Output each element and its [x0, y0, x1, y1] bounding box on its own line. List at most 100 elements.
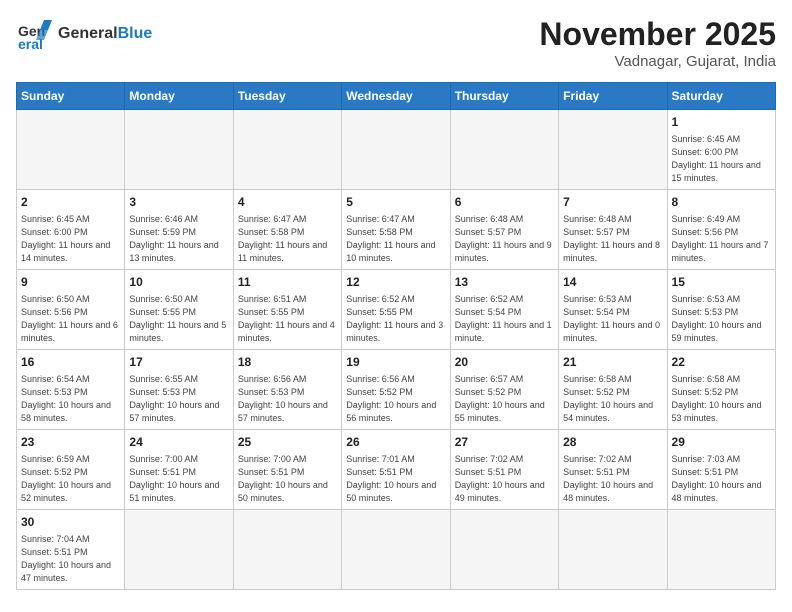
calendar-cell: 16 Sunrise: 6:54 AM Sunset: 5:53 PM Dayli…: [17, 349, 125, 429]
calendar-cell: 18 Sunrise: 6:56 AM Sunset: 5:53 PM Dayli…: [233, 349, 341, 429]
calendar-cell: 13Sunrise: 6:52 AM Sunset: 5:54 PM Dayli…: [450, 269, 558, 349]
day-number: 20: [455, 354, 554, 371]
day-info: Sunrise: 6:49 AM Sunset: 5:56 PM Dayligh…: [672, 213, 771, 265]
day-info: Sunrise: 7:00 AM Sunset: 5:51 PM Dayligh…: [129, 453, 228, 505]
day-info: Sunrise: 6:47 AM Sunset: 5:58 PM Dayligh…: [238, 213, 337, 265]
day-number: 3: [129, 194, 228, 211]
day-number: 5: [346, 194, 445, 211]
calendar-cell: [450, 110, 558, 190]
day-number: 24: [129, 434, 228, 451]
weekday-header: Friday: [559, 83, 667, 110]
calendar-cell: 8 Sunrise: 6:49 AM Sunset: 5:56 PM Daylig…: [667, 189, 775, 269]
day-info: Sunrise: 6:53 AM Sunset: 5:54 PM Dayligh…: [563, 293, 662, 345]
calendar-cell: [125, 509, 233, 589]
day-number: 1: [672, 114, 771, 131]
day-number: 9: [21, 274, 120, 291]
day-number: 18: [238, 354, 337, 371]
calendar-week-row: 16 Sunrise: 6:54 AM Sunset: 5:53 PM Dayli…: [17, 349, 776, 429]
calendar-cell: [342, 110, 450, 190]
calendar-cell: 4 Sunrise: 6:47 AM Sunset: 5:58 PM Daylig…: [233, 189, 341, 269]
day-number: 10: [129, 274, 228, 291]
title-block: November 2025 Vadnagar, Gujarat, India: [539, 16, 776, 70]
day-info: Sunrise: 6:53 AM Sunset: 5:53 PM Dayligh…: [672, 293, 771, 345]
calendar-cell: 28 Sunrise: 7:02 AM Sunset: 5:51 PM Dayli…: [559, 429, 667, 509]
calendar-cell: 2Sunrise: 6:45 AM Sunset: 6:00 PM Daylig…: [17, 189, 125, 269]
calendar-cell: 30Sunrise: 7:04 AM Sunset: 5:51 PM Dayli…: [17, 509, 125, 589]
calendar-cell: 3Sunrise: 6:46 AM Sunset: 5:59 PM Daylig…: [125, 189, 233, 269]
calendar-cell: 26Sunrise: 7:01 AM Sunset: 5:51 PM Dayli…: [342, 429, 450, 509]
day-number: 21: [563, 354, 662, 371]
calendar-cell: 17 Sunrise: 6:55 AM Sunset: 5:53 PM Dayli…: [125, 349, 233, 429]
day-info: Sunrise: 6:58 AM Sunset: 5:52 PM Dayligh…: [672, 373, 771, 425]
day-number: 4: [238, 194, 337, 211]
calendar-cell: 12Sunrise: 6:52 AM Sunset: 5:55 PM Dayli…: [342, 269, 450, 349]
day-number: 27: [455, 434, 554, 451]
day-number: 14: [563, 274, 662, 291]
logo-blue: Blue: [118, 25, 153, 42]
calendar-cell: [17, 110, 125, 190]
weekday-header: Monday: [125, 83, 233, 110]
day-info: Sunrise: 7:02 AM Sunset: 5:51 PM Dayligh…: [563, 453, 662, 505]
calendar-cell: 7Sunrise: 6:48 AM Sunset: 5:57 PM Daylig…: [559, 189, 667, 269]
day-info: Sunrise: 6:51 AM Sunset: 5:55 PM Dayligh…: [238, 293, 337, 345]
month-title: November 2025: [539, 16, 776, 53]
day-number: 28: [563, 434, 662, 451]
day-number: 13: [455, 274, 554, 291]
location: Vadnagar, Gujarat, India: [539, 53, 776, 70]
day-info: Sunrise: 6:56 AM Sunset: 5:53 PM Dayligh…: [238, 373, 337, 425]
logo-general: General: [58, 25, 118, 42]
day-number: 19: [346, 354, 445, 371]
day-number: 17: [129, 354, 228, 371]
day-info: Sunrise: 6:58 AM Sunset: 5:52 PM Dayligh…: [563, 373, 662, 425]
calendar-cell: 21 Sunrise: 6:58 AM Sunset: 5:52 PM Dayli…: [559, 349, 667, 429]
calendar-cell: 22 Sunrise: 6:58 AM Sunset: 5:52 PM Dayli…: [667, 349, 775, 429]
calendar-cell: 5 Sunrise: 6:47 AM Sunset: 5:58 PM Daylig…: [342, 189, 450, 269]
calendar-cell: 27 Sunrise: 7:02 AM Sunset: 5:51 PM Dayli…: [450, 429, 558, 509]
day-info: Sunrise: 6:50 AM Sunset: 5:55 PM Dayligh…: [129, 293, 228, 345]
calendar-cell: [233, 110, 341, 190]
weekday-header: Thursday: [450, 83, 558, 110]
day-info: Sunrise: 6:55 AM Sunset: 5:53 PM Dayligh…: [129, 373, 228, 425]
weekday-header: Wednesday: [342, 83, 450, 110]
calendar-cell: 1 Sunrise: 6:45 AM Sunset: 6:00 PM Daylig…: [667, 110, 775, 190]
calendar-cell: 19 Sunrise: 6:56 AM Sunset: 5:52 PM Dayli…: [342, 349, 450, 429]
day-info: Sunrise: 7:03 AM Sunset: 5:51 PM Dayligh…: [672, 453, 771, 505]
calendar-cell: [559, 509, 667, 589]
day-info: Sunrise: 6:56 AM Sunset: 5:52 PM Dayligh…: [346, 373, 445, 425]
day-info: Sunrise: 6:45 AM Sunset: 6:00 PM Dayligh…: [672, 133, 771, 185]
calendar-cell: [125, 110, 233, 190]
day-number: 15: [672, 274, 771, 291]
day-info: Sunrise: 6:57 AM Sunset: 5:52 PM Dayligh…: [455, 373, 554, 425]
day-number: 29: [672, 434, 771, 451]
calendar-week-row: 1 Sunrise: 6:45 AM Sunset: 6:00 PM Daylig…: [17, 110, 776, 190]
weekday-header: Saturday: [667, 83, 775, 110]
calendar-week-row: 30Sunrise: 7:04 AM Sunset: 5:51 PM Dayli…: [17, 509, 776, 589]
calendar-cell: 10 Sunrise: 6:50 AM Sunset: 5:55 PM Dayli…: [125, 269, 233, 349]
calendar-cell: 9Sunrise: 6:50 AM Sunset: 5:56 PM Daylig…: [17, 269, 125, 349]
day-info: Sunrise: 6:54 AM Sunset: 5:53 PM Dayligh…: [21, 373, 120, 425]
weekday-header: Tuesday: [233, 83, 341, 110]
calendar-cell: 25Sunrise: 7:00 AM Sunset: 5:51 PM Dayli…: [233, 429, 341, 509]
logo-icon: Gen eral: [16, 16, 52, 52]
day-number: 6: [455, 194, 554, 211]
calendar-week-row: 9Sunrise: 6:50 AM Sunset: 5:56 PM Daylig…: [17, 269, 776, 349]
calendar-week-row: 2Sunrise: 6:45 AM Sunset: 6:00 PM Daylig…: [17, 189, 776, 269]
calendar-cell: 24 Sunrise: 7:00 AM Sunset: 5:51 PM Dayli…: [125, 429, 233, 509]
logo: Gen eral GeneralBlue: [16, 16, 152, 52]
weekday-header: Sunday: [17, 83, 125, 110]
calendar-cell: 6Sunrise: 6:48 AM Sunset: 5:57 PM Daylig…: [450, 189, 558, 269]
day-info: Sunrise: 6:47 AM Sunset: 5:58 PM Dayligh…: [346, 213, 445, 265]
day-number: 30: [21, 514, 120, 531]
calendar-cell: [667, 509, 775, 589]
day-info: Sunrise: 7:02 AM Sunset: 5:51 PM Dayligh…: [455, 453, 554, 505]
day-info: Sunrise: 6:59 AM Sunset: 5:52 PM Dayligh…: [21, 453, 120, 505]
calendar-cell: 23Sunrise: 6:59 AM Sunset: 5:52 PM Dayli…: [17, 429, 125, 509]
day-number: 12: [346, 274, 445, 291]
day-number: 2: [21, 194, 120, 211]
day-number: 8: [672, 194, 771, 211]
day-number: 16: [21, 354, 120, 371]
calendar-cell: [233, 509, 341, 589]
day-number: 22: [672, 354, 771, 371]
calendar-cell: 29 Sunrise: 7:03 AM Sunset: 5:51 PM Dayli…: [667, 429, 775, 509]
day-number: 25: [238, 434, 337, 451]
